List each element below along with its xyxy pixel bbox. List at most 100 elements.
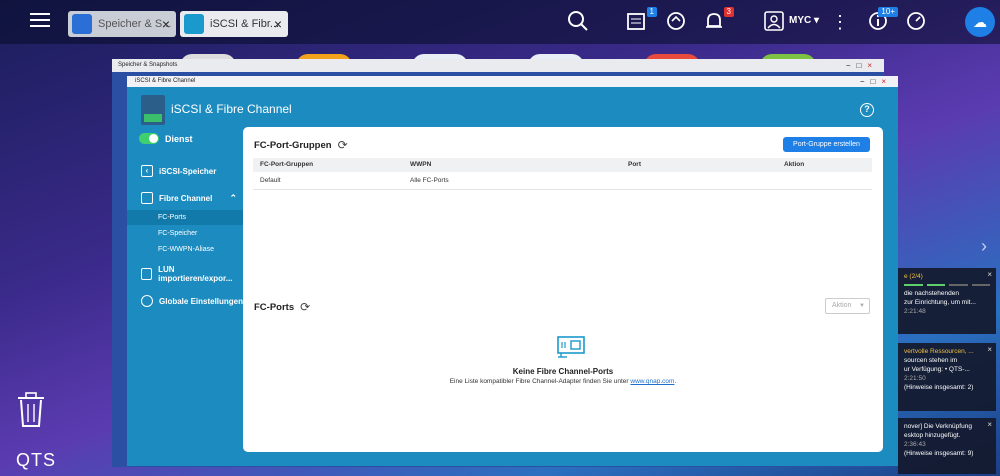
sidebar-subitem-fc-ports[interactable]: FC-Ports — [127, 210, 243, 225]
sidebar: Dienst ‹ iSCSI-Speicher Fibre Channel ⌃ … — [127, 129, 243, 466]
tab-label: Speicher & S... — [98, 18, 172, 30]
search-icon[interactable] — [566, 10, 590, 34]
notification-time: 2:21:50 — [904, 375, 926, 382]
task-badge: 1 — [646, 7, 657, 17]
table-row[interactable]: Default Alle FC-Ports — [253, 172, 872, 190]
table-cell: Alle FC-Ports — [410, 177, 449, 184]
user-menu[interactable]: MYC ▾ — [789, 15, 819, 26]
window-title: iSCSI & Fibre Channel — [135, 78, 196, 84]
sync-icon[interactable] — [664, 10, 688, 34]
window-titlebar[interactable]: Speicher & Snapshots −□× — [112, 59, 884, 72]
sidebar-item-label: Fibre Channel — [159, 193, 213, 203]
close-icon[interactable]: × — [987, 420, 992, 429]
qts-logo: QTS — [16, 450, 57, 470]
close-icon[interactable]: × — [274, 16, 282, 32]
trash-icon[interactable] — [16, 392, 46, 428]
sidebar-item-label: Globale Einstellungen — [159, 296, 244, 306]
notification-body: die nachstehenden zur Einrichtung, um mi… — [904, 290, 976, 306]
table-cell: Default — [260, 177, 281, 184]
info-icon[interactable]: 10+ — [866, 7, 898, 34]
close-icon[interactable]: × — [987, 345, 992, 354]
create-port-group-button[interactable]: Port-Gruppe erstellen — [783, 137, 870, 152]
sidebar-subitem-fc-storage[interactable]: FC-Speicher — [127, 226, 243, 241]
progress-steps — [904, 284, 990, 286]
port-groups-table: FC-Port-Gruppen WWPN Port Aktion Default… — [253, 158, 872, 190]
notification-card[interactable]: × vertvolle Ressourcen, ... sourcen steh… — [898, 343, 996, 411]
import-icon — [141, 268, 153, 280]
action-dropdown-label: Aktion — [832, 302, 852, 309]
sidebar-item-lun-import[interactable]: LUN importieren/expor... — [127, 265, 243, 283]
notification-card[interactable]: × e (2/4) die nachstehenden zur Einricht… — [898, 268, 996, 334]
refresh-icon[interactable]: ⟳ — [300, 300, 310, 314]
gear-icon — [141, 295, 153, 307]
user-name: MYC — [789, 15, 812, 26]
arrow-left-icon: ‹ — [141, 165, 153, 177]
column-header: Aktion — [784, 161, 805, 168]
task-icon[interactable]: 1 — [625, 7, 657, 34]
help-icon[interactable]: ? — [860, 103, 874, 117]
column-header[interactable]: Port — [628, 158, 784, 172]
network-card-icon — [557, 336, 585, 358]
notification-time: 2:21:48 — [904, 308, 926, 315]
close-icon[interactable]: × — [987, 270, 992, 279]
service-label: Dienst — [165, 133, 193, 144]
fc-ports-header: FC-Ports ⟳ — [254, 300, 310, 314]
user-icon[interactable] — [762, 10, 786, 34]
more-icon[interactable]: ⋮ — [828, 10, 852, 34]
column-header[interactable]: FC-Port-Gruppen — [253, 158, 410, 172]
notification-title: vertvolle Ressourcen, ... — [904, 348, 974, 355]
tab-label: iSCSI & Fibr... — [210, 18, 280, 30]
window-titlebar[interactable]: iSCSI & Fibre Channel −□× — [127, 76, 898, 87]
notification-card[interactable]: × nover] Die Verknüpfung esktop hinzugef… — [898, 418, 996, 474]
gauge-icon[interactable] — [904, 10, 928, 34]
chevron-down-icon: ▼ — [859, 303, 865, 309]
section-title: FC-Ports — [254, 301, 295, 313]
notification-note: (Hinweise insgesamt: 2) — [904, 384, 974, 391]
port-groups-header: FC-Port-Gruppen ⟳ — [254, 138, 348, 152]
window-title: Speicher & Snapshots — [118, 62, 178, 68]
menu-icon[interactable] — [30, 10, 50, 30]
iscsi-logo-icon — [141, 95, 165, 125]
sidebar-item-label: iSCSI-Speicher — [159, 166, 217, 176]
content-panel: FC-Port-Gruppen ⟳ Port-Gruppe erstellen … — [243, 127, 883, 452]
app-header: iSCSI & Fibre Channel ? — [127, 87, 898, 129]
bell-icon[interactable]: 3 — [702, 7, 734, 34]
action-dropdown[interactable]: Aktion ▼ — [825, 298, 870, 314]
notification-title: e (2/4) — [904, 273, 923, 280]
notification-body: nover] Die Verknüpfung esktop hinzugefüg… — [904, 423, 972, 439]
sidebar-item-fibre-channel[interactable]: Fibre Channel ⌃ — [127, 190, 243, 206]
window-controls[interactable]: −□× — [860, 76, 892, 87]
empty-desc-text: Eine Liste kompatibler Fibre Channel-Ada… — [449, 378, 629, 385]
taskbar: Speicher & S... × iSCSI & Fibr... × 1 3 … — [0, 0, 1000, 44]
empty-state-title: Keine Fibre Channel-Ports — [512, 367, 614, 376]
tab-speicher-snapshots[interactable]: Speicher & S... × — [68, 11, 176, 37]
notification-body: sourcen stehen im ur Verfügung: • QTS-..… — [904, 357, 970, 373]
sidebar-item-iscsi-storage[interactable]: ‹ iSCSI-Speicher — [127, 163, 243, 179]
fibre-icon — [141, 192, 153, 204]
notification-note: (Hinweise insgesamt: 9) — [904, 450, 974, 457]
app-title: iSCSI & Fibre Channel — [171, 102, 292, 116]
table-header: FC-Port-Gruppen WWPN Port Aktion — [253, 158, 872, 172]
section-title: FC-Port-Gruppen — [254, 139, 332, 151]
sidebar-item-global-settings[interactable]: Globale Einstellungen — [127, 293, 243, 309]
chevron-up-icon: ⌃ — [229, 192, 237, 203]
notification-time: 2:36:43 — [904, 441, 926, 448]
empty-desc-end: . — [674, 378, 677, 385]
update-badge: 10+ — [878, 7, 898, 17]
table-cell — [784, 172, 872, 189]
service-toggle-row: Dienst — [139, 133, 193, 144]
close-icon[interactable]: × — [162, 16, 170, 32]
window-controls[interactable]: −□× — [846, 59, 878, 72]
column-header[interactable]: WWPN — [410, 158, 628, 172]
sidebar-item-label: LUN importieren/expor... — [158, 265, 233, 283]
alert-badge: 3 — [723, 7, 734, 17]
iscsi-app-icon — [184, 14, 204, 34]
qnap-link[interactable]: www.qnap.com — [630, 378, 674, 385]
service-toggle[interactable] — [139, 133, 159, 144]
chevron-right-icon[interactable]: › — [981, 236, 987, 257]
sidebar-subitem-wwpn-aliases[interactable]: FC-WWPN-Aliase — [127, 242, 243, 257]
cloud-icon[interactable]: ☁ — [965, 7, 995, 37]
refresh-icon[interactable]: ⟳ — [338, 138, 348, 152]
empty-state-description: Eine Liste kompatibler Fibre Channel-Ada… — [243, 378, 883, 385]
tab-iscsi-fibre[interactable]: iSCSI & Fibr... × — [180, 11, 288, 37]
